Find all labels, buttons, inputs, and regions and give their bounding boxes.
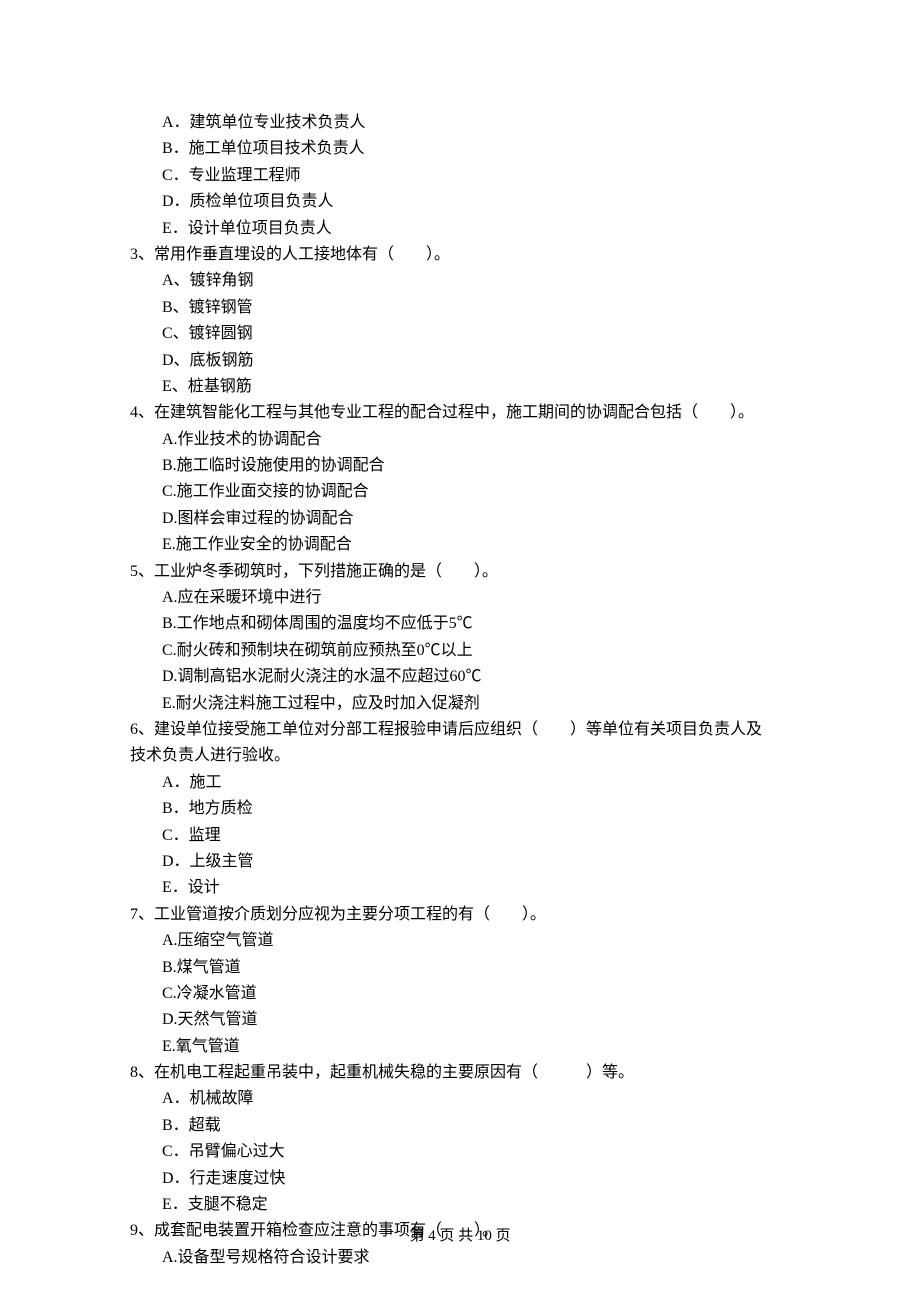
option-item: A.应在采暖环境中进行 <box>162 585 790 611</box>
question-stem: 6、建设单位接受施工单位对分部工程报验申请后应组织（ ）等单位有关项目负责人及 <box>130 717 790 743</box>
option-item: B.工作地点和砌体周围的温度均不应低于5℃ <box>162 611 790 637</box>
question-stem-continue: 技术负责人进行验收。 <box>130 743 790 769</box>
question-7: 7、工业管道按介质划分应视为主要分项工程的有（ ）。 A.压缩空气管道 B.煤气… <box>130 902 790 1060</box>
option-item: B.施工临时设施使用的协调配合 <box>162 453 790 479</box>
prev-question-options: A．建筑单位专业技术负责人 B．施工单位项目技术负责人 C．专业监理工程师 D．… <box>130 110 790 242</box>
option-item: B．地方质检 <box>162 796 790 822</box>
question-stem: 7、工业管道按介质划分应视为主要分项工程的有（ ）。 <box>130 902 790 928</box>
option-item: D.调制高铝水泥耐火浇注的水温不应超过60℃ <box>162 664 790 690</box>
question-options: A.压缩空气管道 B.煤气管道 C.冷凝水管道 D.天然气管道 E.氧气管道 <box>130 928 790 1060</box>
option-item: E.施工作业安全的协调配合 <box>162 532 790 558</box>
option-item: E.耐火浇注料施工过程中，应及时加入促凝剂 <box>162 691 790 717</box>
option-item: E．设计单位项目负责人 <box>162 216 790 242</box>
option-item: B．超载 <box>162 1113 790 1139</box>
question-6: 6、建设单位接受施工单位对分部工程报验申请后应组织（ ）等单位有关项目负责人及 … <box>130 717 790 902</box>
option-item: D．质检单位项目负责人 <box>162 189 790 215</box>
option-item: C、镀锌圆钢 <box>162 321 790 347</box>
question-3: 3、常用作垂直埋设的人工接地体有（ ）。 A、镀锌角钢 B、镀锌钢管 C、镀锌圆… <box>130 242 790 400</box>
page-content: A．建筑单位专业技术负责人 B．施工单位项目技术负责人 C．专业监理工程师 D．… <box>0 0 920 1271</box>
option-item: D.天然气管道 <box>162 1007 790 1033</box>
option-item: A．建筑单位专业技术负责人 <box>162 110 790 136</box>
question-8: 8、在机电工程起重吊装中，起重机械失稳的主要原因有（ ）等。 A．机械故障 B．… <box>130 1060 790 1218</box>
page-number: 第 4 页 共 10 页 <box>409 1228 510 1244</box>
option-item: E.氧气管道 <box>162 1034 790 1060</box>
question-options: A.应在采暖环境中进行 B.工作地点和砌体周围的温度均不应低于5℃ C.耐火砖和… <box>130 585 790 717</box>
option-item: E、桩基钢筋 <box>162 374 790 400</box>
option-item: C.冷凝水管道 <box>162 981 790 1007</box>
question-stem: 5、工业炉冬季砌筑时，下列措施正确的是（ ）。 <box>130 559 790 585</box>
question-options: A.作业技术的协调配合 B.施工临时设施使用的协调配合 C.施工作业面交接的协调… <box>130 427 790 559</box>
option-item: A．施工 <box>162 770 790 796</box>
question-stem: 4、在建筑智能化工程与其他专业工程的配合过程中，施工期间的协调配合包括（ ）。 <box>130 400 790 426</box>
question-options: A．施工 B．地方质检 C．监理 D．上级主管 E．设计 <box>130 770 790 902</box>
question-4: 4、在建筑智能化工程与其他专业工程的配合过程中，施工期间的协调配合包括（ ）。 … <box>130 400 790 558</box>
option-item: C.施工作业面交接的协调配合 <box>162 479 790 505</box>
question-stem: 8、在机电工程起重吊装中，起重机械失稳的主要原因有（ ）等。 <box>130 1060 790 1086</box>
option-item: D.图样会审过程的协调配合 <box>162 506 790 532</box>
option-item: C.耐火砖和预制块在砌筑前应预热至0℃以上 <box>162 638 790 664</box>
option-item: C．专业监理工程师 <box>162 163 790 189</box>
page-footer: 第 4 页 共 10 页 <box>0 1224 920 1249</box>
option-item: E．支腿不稳定 <box>162 1192 790 1218</box>
option-item: C．吊臂偏心过大 <box>162 1139 790 1165</box>
option-item: B、镀锌钢管 <box>162 295 790 321</box>
option-item: D、底板钢筋 <box>162 348 790 374</box>
option-item: A.作业技术的协调配合 <box>162 427 790 453</box>
question-5: 5、工业炉冬季砌筑时，下列措施正确的是（ ）。 A.应在采暖环境中进行 B.工作… <box>130 559 790 717</box>
option-item: D．行走速度过快 <box>162 1166 790 1192</box>
question-options: A．机械故障 B．超载 C．吊臂偏心过大 D．行走速度过快 E．支腿不稳定 <box>130 1086 790 1218</box>
question-stem: 3、常用作垂直埋设的人工接地体有（ ）。 <box>130 242 790 268</box>
option-item: D．上级主管 <box>162 849 790 875</box>
option-item: A．机械故障 <box>162 1086 790 1112</box>
option-item: B．施工单位项目技术负责人 <box>162 136 790 162</box>
option-item: B.煤气管道 <box>162 955 790 981</box>
option-item: A.压缩空气管道 <box>162 928 790 954</box>
option-item: E．设计 <box>162 875 790 901</box>
option-item: A、镀锌角钢 <box>162 268 790 294</box>
option-item: C．监理 <box>162 823 790 849</box>
question-options: A、镀锌角钢 B、镀锌钢管 C、镀锌圆钢 D、底板钢筋 E、桩基钢筋 <box>130 268 790 400</box>
